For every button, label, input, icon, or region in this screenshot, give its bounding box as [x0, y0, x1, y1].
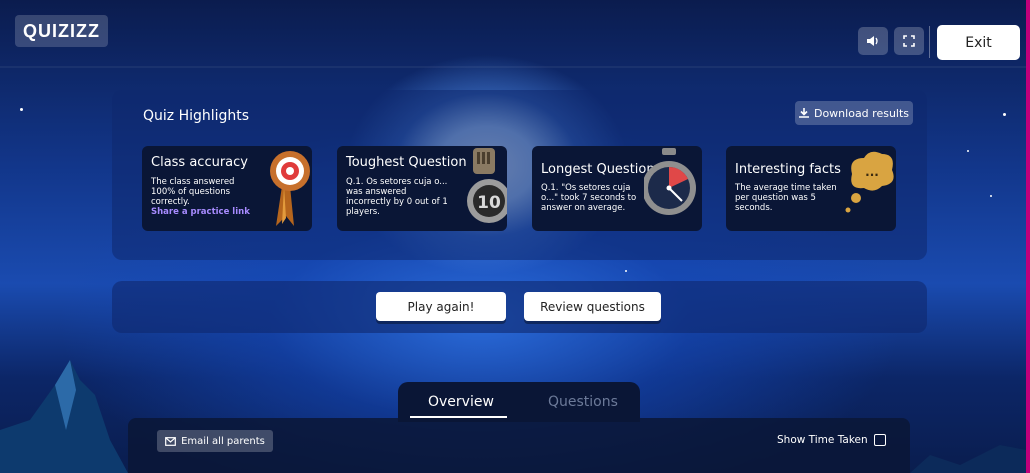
- star: [1003, 113, 1006, 116]
- stopwatch-icon: [644, 148, 696, 215]
- card-body: The class answered 100% of questions cor…: [151, 177, 261, 217]
- fullscreen-icon: [903, 35, 915, 47]
- thought-bubble-icon: ...: [845, 151, 894, 213]
- play-again-button[interactable]: Play again!: [376, 292, 506, 321]
- star: [20, 108, 23, 111]
- interesting-facts-card: Interesting facts The average time taken…: [726, 146, 896, 231]
- download-results-label: Download results: [813, 106, 910, 120]
- card-title: Longest Question: [541, 162, 655, 177]
- show-time-taken-toggle[interactable]: Show Time Taken: [777, 434, 886, 446]
- results-screen: QUIZIZZ Exit Quiz Highlights Download re…: [0, 0, 1030, 473]
- review-questions-button[interactable]: Review questions: [524, 292, 661, 321]
- exit-button[interactable]: Exit: [937, 25, 1020, 60]
- medal-icon: [270, 151, 310, 226]
- tab-questions[interactable]: Questions: [548, 394, 618, 410]
- horizon-line: [0, 66, 1026, 68]
- tab-overview[interactable]: Overview: [428, 394, 494, 410]
- toolbar-divider: [929, 26, 930, 58]
- star: [990, 195, 992, 197]
- quiz-highlights-title: Quiz Highlights: [143, 108, 250, 124]
- download-results-button[interactable]: Download results: [795, 101, 913, 125]
- star: [967, 150, 969, 152]
- actions-bar: [112, 281, 927, 333]
- card-title: Interesting facts: [735, 162, 841, 177]
- class-accuracy-card: Class accuracy The class answered 100% o…: [142, 146, 312, 231]
- quizizz-logo: QUIZIZZ: [15, 15, 108, 47]
- show-time-taken-checkbox[interactable]: [873, 434, 886, 446]
- fullscreen-button[interactable]: [894, 27, 924, 55]
- speaker-icon: [867, 36, 878, 46]
- email-all-parents-label: Email all parents: [181, 435, 265, 447]
- mail-icon: [165, 436, 177, 446]
- weight-badge: 10: [477, 193, 501, 213]
- card-body: Q.1. "Os setores cuja o..." took 7 secon…: [541, 183, 637, 213]
- card-body: Q.1. Os setores cuja o... was answered i…: [346, 177, 448, 217]
- right-shore: [910, 445, 1026, 473]
- bubble-ellipsis: ...: [865, 165, 879, 179]
- longest-question-card: Longest Question Q.1. "Os setores cuja o…: [532, 146, 702, 231]
- show-time-taken-label: Show Time Taken: [777, 434, 868, 446]
- card-title: Class accuracy: [151, 155, 248, 170]
- sound-button[interactable]: [858, 27, 888, 55]
- star: [625, 270, 627, 272]
- share-practice-link[interactable]: Share a practice link: [151, 207, 261, 217]
- download-icon: [798, 108, 809, 118]
- toughest-question-card: Toughest Question Q.1. Os setores cuja o…: [337, 146, 507, 231]
- window-edge: [1026, 0, 1030, 473]
- card-body: The average time taken per question was …: [735, 183, 837, 213]
- card-body-text: The class answered 100% of questions cor…: [151, 177, 235, 207]
- email-all-parents-button[interactable]: Email all parents: [157, 430, 273, 452]
- weight-icon: 10: [467, 148, 507, 223]
